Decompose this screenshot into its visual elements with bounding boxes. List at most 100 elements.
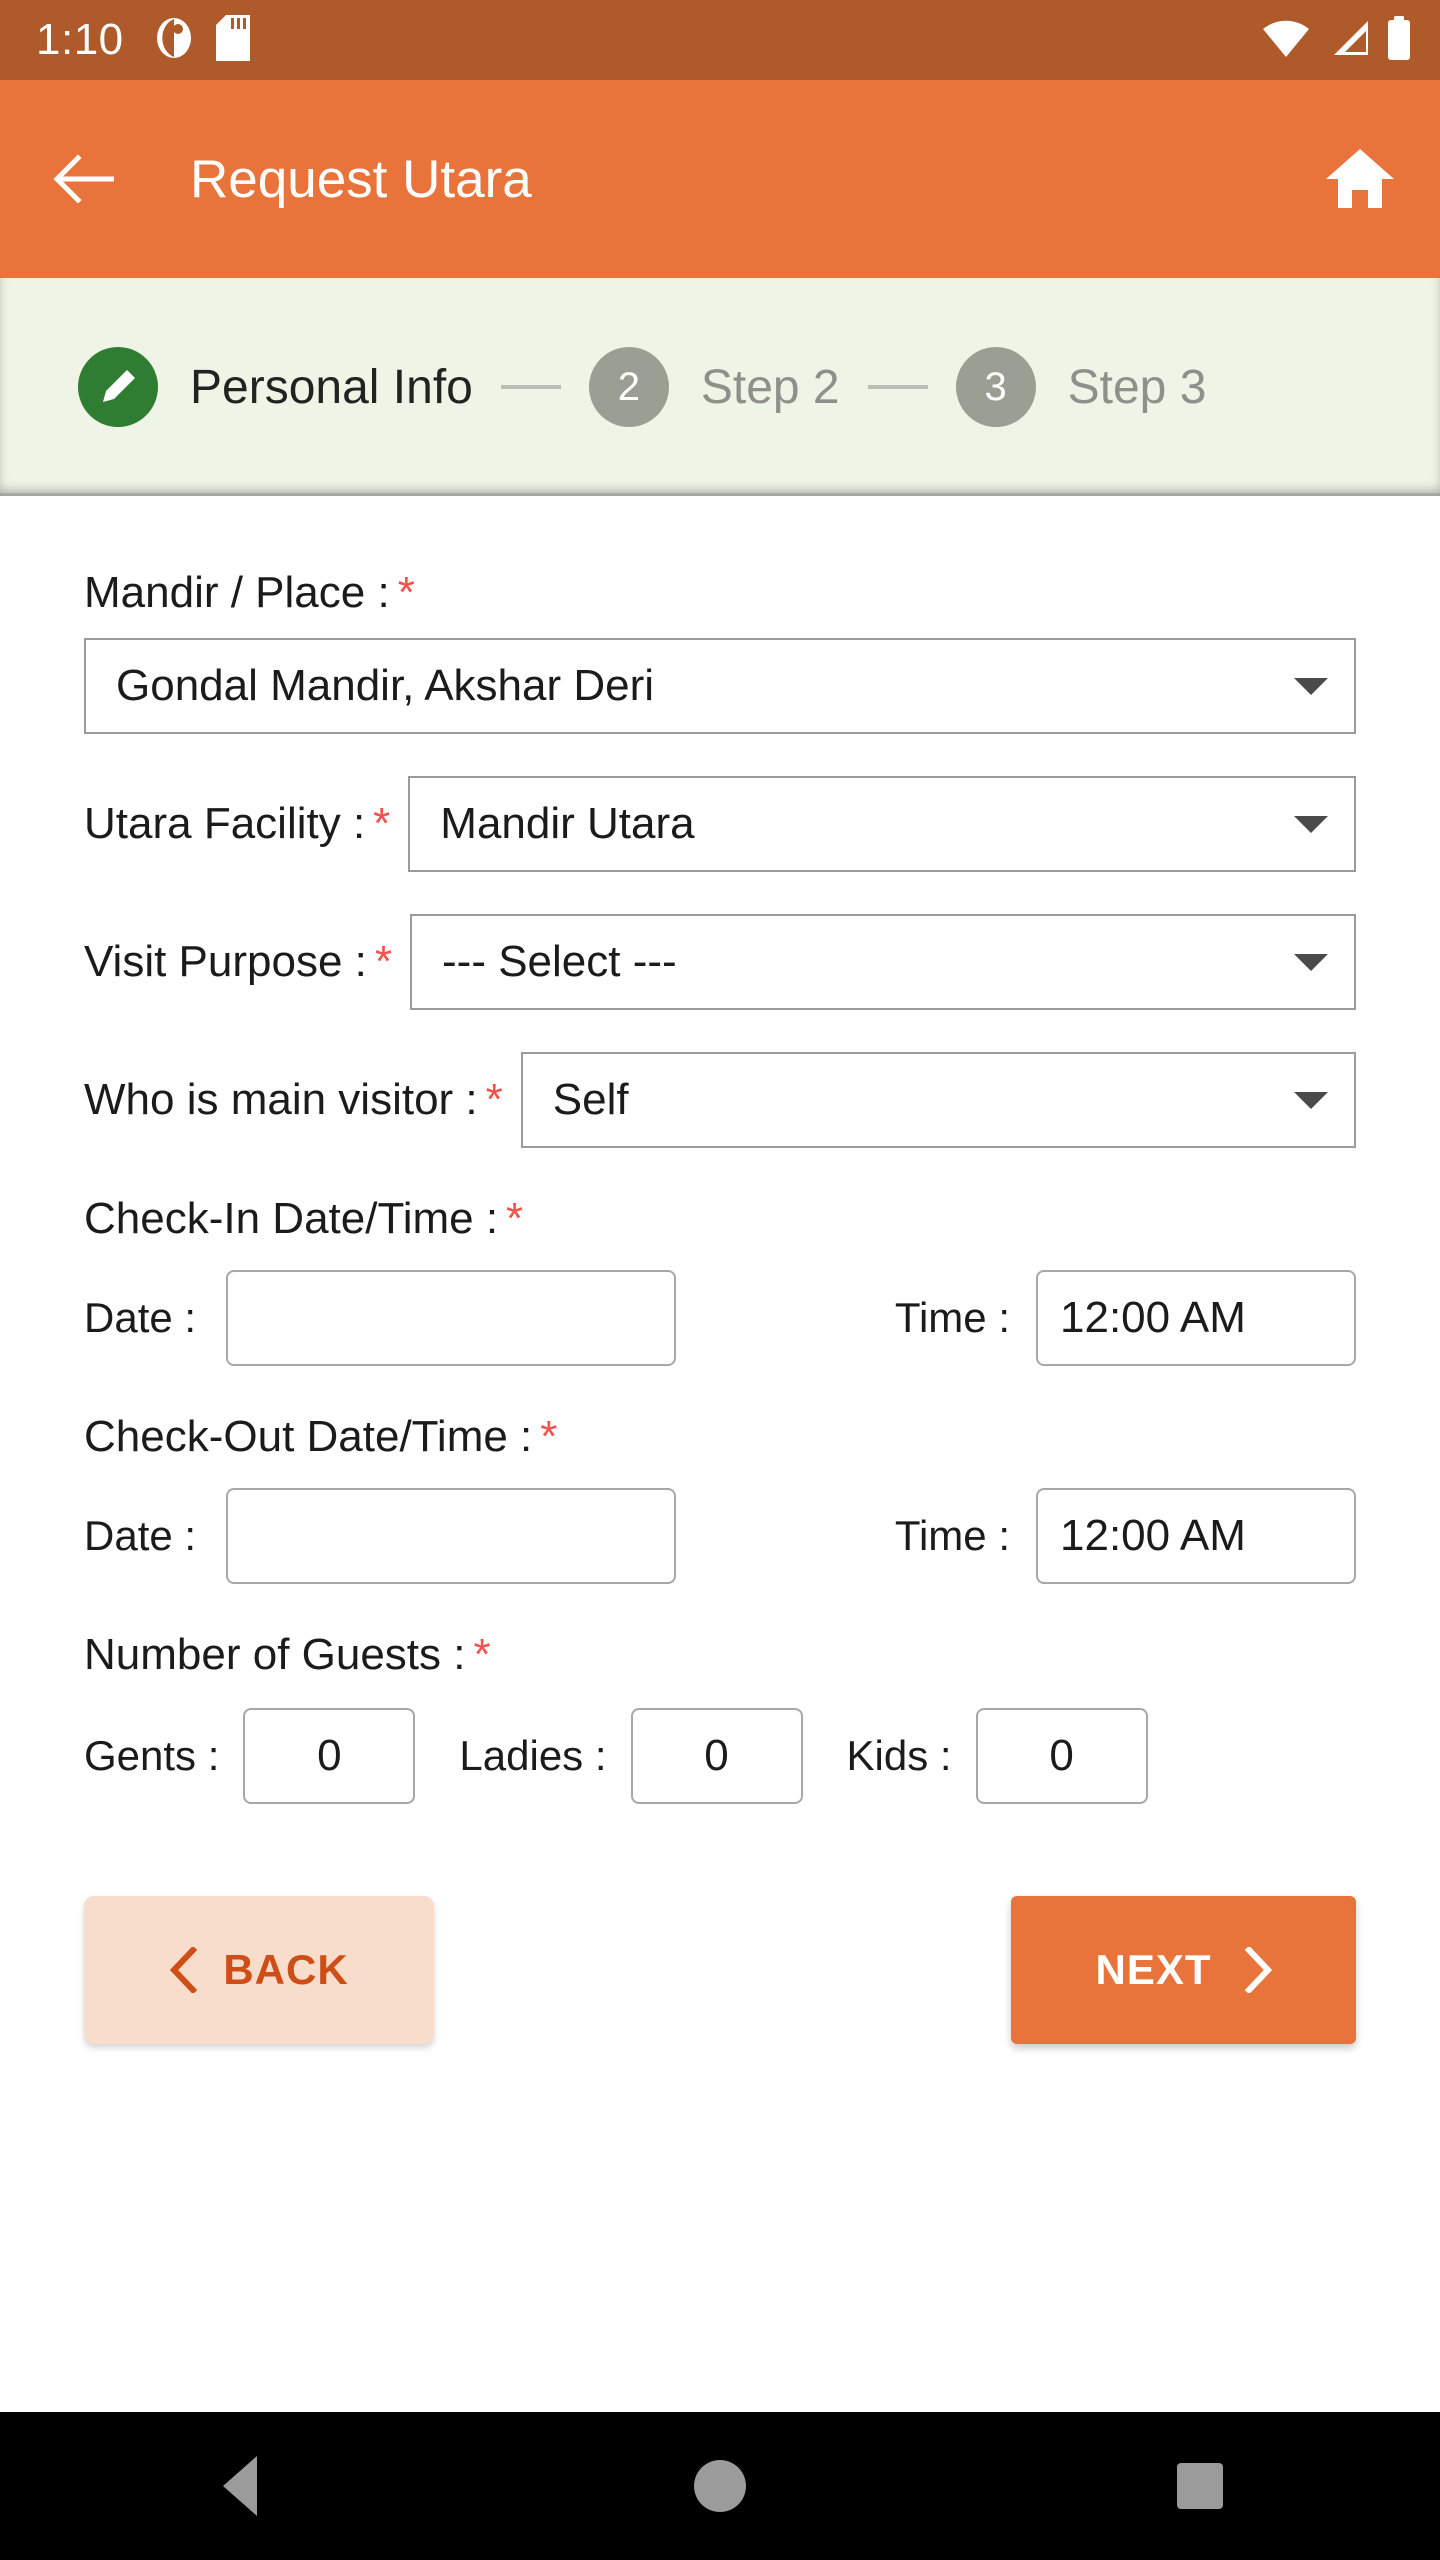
status-clock: 1:10 (36, 15, 124, 64)
form-actions: BACK NEXT (84, 1896, 1356, 2044)
select-main-visitor[interactable]: Self (520, 1052, 1356, 1148)
phone-screen: 1:10 Request Utara Personal Info 2 Step … (0, 0, 1440, 2560)
stepper-connector-2 (867, 385, 928, 389)
input-check-out-date[interactable] (226, 1488, 677, 1584)
field-visit-purpose: Visit Purpose : * --- Select --- (84, 914, 1356, 1010)
step-marker-1 (78, 347, 158, 427)
form-body: Mandir / Place : * Gondal Mandir, Akshar … (0, 496, 1440, 2378)
step-number-2: 2 (617, 365, 640, 409)
label-mandir-place-text: Mandir / Place : (84, 568, 390, 617)
guest-cell-ladies: Ladies : 0 (459, 1708, 803, 1804)
select-mandir-place-value: Gondal Mandir, Akshar Deri (116, 661, 655, 710)
guest-cell-gents: Gents : 0 (84, 1708, 416, 1804)
status-left-icons (154, 14, 250, 66)
next-step-button-label: NEXT (1095, 1946, 1212, 1993)
page-title: Request Utara (190, 149, 532, 209)
guests-row: Gents : 0 Ladies : 0 Kids : 0 (84, 1708, 1356, 1804)
wifi-icon (1262, 19, 1310, 62)
select-visit-purpose-value: --- Select --- (442, 937, 677, 986)
input-gents-count[interactable]: 0 (243, 1708, 416, 1804)
required-asterisk-check-out: * (540, 1412, 558, 1461)
cellular-signal-icon (1326, 19, 1370, 62)
label-gents: Gents : (84, 1732, 220, 1779)
heading-guests: Number of Guests : * (84, 1630, 1356, 1680)
label-mandir-place: Mandir / Place : * (84, 568, 1356, 618)
nav-back-button[interactable] (160, 2412, 320, 2560)
heading-check-in: Check-In Date/Time : * (84, 1194, 1356, 1244)
stepper-connector-1 (500, 385, 561, 389)
select-utara-facility-value: Mandir Utara (440, 799, 695, 848)
chevron-down-icon (1294, 815, 1328, 833)
home-button[interactable] (1320, 139, 1400, 219)
label-check-out-time: Time : (894, 1512, 1010, 1559)
sd-card-icon (215, 14, 250, 66)
input-kids-count[interactable]: 0 (975, 1708, 1148, 1804)
label-check-in-date: Date : (84, 1294, 197, 1341)
heading-check-out-text: Check-Out Date/Time : (84, 1412, 533, 1461)
select-main-visitor-value: Self (552, 1075, 629, 1124)
input-check-out-time[interactable]: 12:00 AM (1036, 1488, 1356, 1584)
back-button[interactable] (48, 142, 122, 216)
step-marker-3: 3 (955, 347, 1036, 427)
input-check-in-date[interactable] (226, 1270, 677, 1366)
home-icon (1326, 149, 1394, 208)
step-marker-2: 2 (588, 347, 669, 427)
check-out-row: Date : Time : 12:00 AM (84, 1488, 1356, 1584)
heading-guests-text: Number of Guests : (84, 1630, 466, 1679)
back-step-button-label: BACK (223, 1946, 349, 1993)
label-ladies: Ladies : (459, 1732, 607, 1779)
stepper-step-2[interactable]: 2 Step 2 (588, 347, 840, 427)
back-step-button[interactable]: BACK (84, 1896, 434, 2044)
stepper-step-3[interactable]: 3 Step 3 (955, 347, 1207, 427)
arrow-left-icon (53, 154, 114, 204)
label-check-in-time: Time : (894, 1294, 1010, 1341)
select-visit-purpose[interactable]: --- Select --- (410, 914, 1356, 1010)
group-guests: Number of Guests : * Gents : 0 Ladies : 0… (84, 1630, 1356, 1804)
app-notification-icon (154, 16, 194, 65)
mandir-select-row: Gondal Mandir, Akshar Deri (84, 638, 1356, 734)
field-utara-facility: Utara Facility : * Mandir Utara (84, 776, 1356, 872)
label-main-visitor: Who is main visitor : * (84, 1075, 503, 1125)
group-check-in: Check-In Date/Time : * Date : Time : 12:0… (84, 1194, 1356, 1366)
required-asterisk-mandir: * (397, 568, 415, 617)
chevron-down-icon (1294, 677, 1328, 695)
stepper: Personal Info 2 Step 2 3 Step 3 (0, 278, 1440, 496)
android-nav-bar (0, 2412, 1440, 2560)
field-mandir-place: Mandir / Place : * Gondal Mandir, Akshar … (84, 568, 1356, 734)
status-right-icons (1262, 15, 1412, 65)
field-main-visitor: Who is main visitor : * Self (84, 1052, 1356, 1148)
label-check-out-date: Date : (84, 1512, 197, 1559)
select-utara-facility[interactable]: Mandir Utara (408, 776, 1356, 872)
input-check-in-time[interactable]: 12:00 AM (1036, 1270, 1356, 1366)
nav-home-circle-icon (694, 2460, 746, 2512)
select-mandir-place[interactable]: Gondal Mandir, Akshar Deri (84, 638, 1356, 734)
chevron-down-icon (1294, 1091, 1328, 1109)
step-label-3: Step 3 (1067, 360, 1207, 414)
required-asterisk-guests: * (473, 1630, 491, 1679)
group-check-out: Check-Out Date/Time : * Date : Time : 12:… (84, 1412, 1356, 1584)
stepper-step-personal-info[interactable]: Personal Info (78, 347, 473, 427)
nav-recents-button[interactable] (1120, 2412, 1280, 2560)
nav-back-triangle-icon (223, 2456, 257, 2516)
step-label-2: Step 2 (700, 360, 840, 414)
required-asterisk-main-visitor: * (485, 1075, 503, 1124)
label-kids: Kids : (846, 1732, 952, 1779)
app-bar: Request Utara (0, 80, 1440, 278)
heading-check-out: Check-Out Date/Time : * (84, 1412, 1356, 1462)
step-label-1: Personal Info (190, 360, 473, 414)
chevron-left-icon (170, 1947, 198, 1993)
label-visit-purpose: Visit Purpose : * (84, 937, 392, 987)
label-main-visitor-text: Who is main visitor : (84, 1075, 478, 1124)
label-visit-purpose-text: Visit Purpose : (84, 937, 367, 986)
nav-recents-square-icon (1177, 2463, 1223, 2509)
nav-home-button[interactable] (640, 2412, 800, 2560)
label-utara-facility: Utara Facility : * (84, 799, 390, 849)
check-in-row: Date : Time : 12:00 AM (84, 1270, 1356, 1366)
label-utara-facility-text: Utara Facility : (84, 799, 366, 848)
required-asterisk-visit-purpose: * (374, 937, 393, 986)
guest-cell-kids: Kids : 0 (847, 1708, 1148, 1804)
status-bar: 1:10 (0, 0, 1440, 80)
next-step-button[interactable]: NEXT (1011, 1896, 1356, 2044)
content-bottom-gap (0, 2378, 1440, 2412)
input-ladies-count[interactable]: 0 (630, 1708, 803, 1804)
